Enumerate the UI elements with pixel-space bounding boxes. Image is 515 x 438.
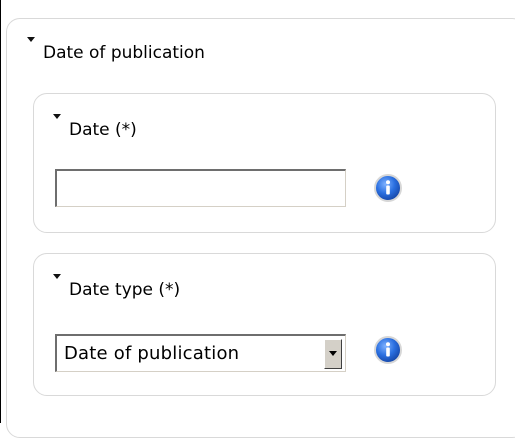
date-type-select[interactable]: Date of publication (55, 334, 346, 372)
date-field-label: Date (*) (69, 120, 137, 140)
section-title: Date of publication (43, 43, 205, 63)
date-input[interactable] (55, 169, 346, 207)
info-icon[interactable] (373, 335, 403, 365)
date-type-field-label: Date type (*) (69, 280, 181, 300)
left-border-line (0, 0, 1, 423)
collapse-arrow-icon[interactable] (53, 274, 61, 279)
date-type-field-header[interactable]: Date type (*) (53, 274, 180, 300)
collapse-arrow-icon[interactable] (27, 37, 35, 42)
date-field-header[interactable]: Date (*) (53, 114, 137, 140)
collapse-arrow-icon[interactable] (53, 114, 61, 119)
info-icon[interactable] (373, 173, 403, 203)
dropdown-arrow-button[interactable] (324, 338, 342, 369)
chevron-down-icon (329, 351, 337, 356)
date-type-selected-value: Date of publication (64, 342, 240, 364)
date-of-publication-header[interactable]: Date of publication (27, 37, 205, 63)
